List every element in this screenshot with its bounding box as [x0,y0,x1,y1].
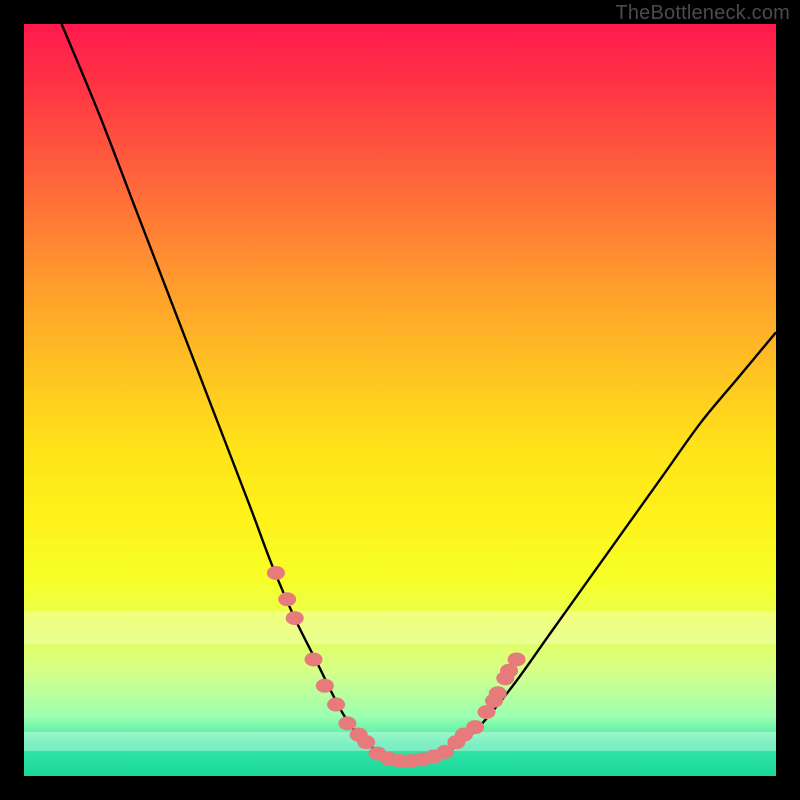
data-markers [267,566,526,768]
data-marker [267,566,285,580]
data-marker [357,735,375,749]
data-marker [286,611,304,625]
data-marker [466,720,484,734]
chart-frame [24,24,776,776]
data-marker [489,686,507,700]
data-marker [305,652,323,666]
bottleneck-curve [62,24,776,762]
data-marker [278,592,296,606]
bottleneck-chart [24,24,776,776]
data-marker [508,652,526,666]
data-marker [327,698,345,712]
watermark-text: TheBottleneck.com [615,2,790,25]
data-marker [338,716,356,730]
data-marker [316,679,334,693]
